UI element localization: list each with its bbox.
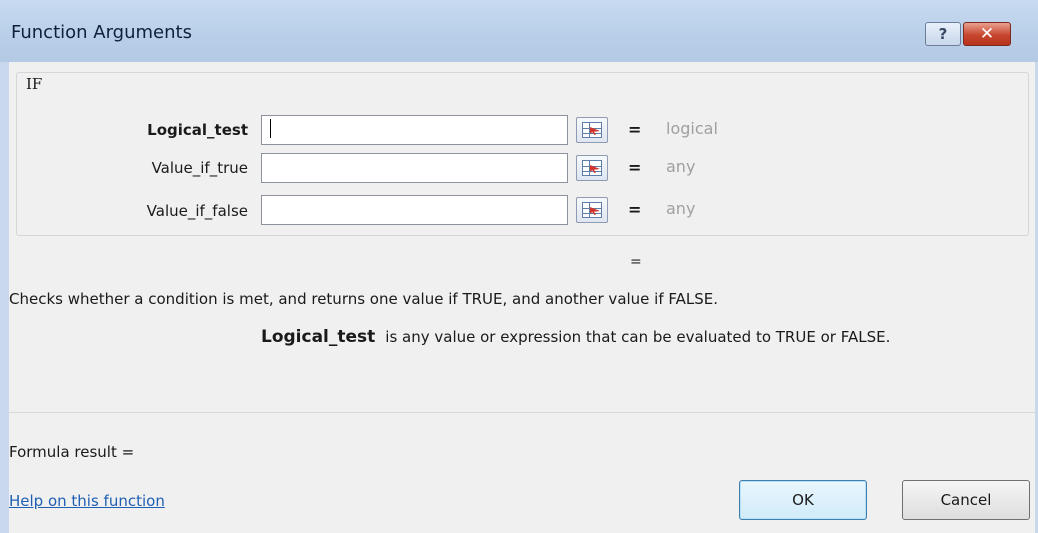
arg-equals: = <box>628 120 642 139</box>
value-if-false-input[interactable] <box>261 195 568 225</box>
function-name: IF <box>26 75 43 93</box>
arg-label-value-if-true: Value_if_true <box>151 159 248 177</box>
arg-label-logical-test: Logical_test <box>147 121 248 139</box>
arg-equals: = <box>628 158 642 177</box>
arg-label-value-if-false: Value_if_false <box>146 202 248 220</box>
value-if-true-range-button[interactable] <box>576 155 608 181</box>
cancel-button[interactable]: Cancel <box>902 480 1030 520</box>
divider <box>9 412 1035 413</box>
function-arguments-dialog: Function Arguments ? ✕ IF Logical_test =… <box>0 0 1038 533</box>
help-icon: ? <box>938 25 948 43</box>
arg-type-hint: any <box>666 199 696 218</box>
text-caret <box>270 119 271 138</box>
function-result-equals: = <box>630 254 642 270</box>
arg-type-hint: any <box>666 157 696 176</box>
arg-type-hint: logical <box>666 119 718 138</box>
close-button[interactable]: ✕ <box>963 22 1011 46</box>
value-if-true-input[interactable] <box>261 153 568 183</box>
value-if-false-range-button[interactable] <box>576 197 608 223</box>
argument-help-text: is any value or expression that can be e… <box>385 328 891 346</box>
dialog-title: Function Arguments <box>11 22 192 43</box>
logical-test-range-button[interactable] <box>576 117 608 143</box>
close-icon: ✕ <box>979 24 995 44</box>
window-frame-left <box>0 62 9 533</box>
formula-result: Formula result = <box>9 443 135 461</box>
ok-button[interactable]: OK <box>739 480 867 520</box>
help-on-function-link[interactable]: Help on this function <box>9 492 165 510</box>
logical-test-input[interactable] <box>261 115 568 145</box>
help-button[interactable]: ? <box>925 22 961 46</box>
title-bar[interactable]: Function Arguments ? ✕ <box>0 0 1038 62</box>
arg-equals: = <box>628 200 642 219</box>
argument-help: Logical_test is any value or expression t… <box>261 327 890 347</box>
argument-help-name: Logical_test <box>261 327 376 347</box>
function-description: Checks whether a condition is met, and r… <box>9 290 719 308</box>
